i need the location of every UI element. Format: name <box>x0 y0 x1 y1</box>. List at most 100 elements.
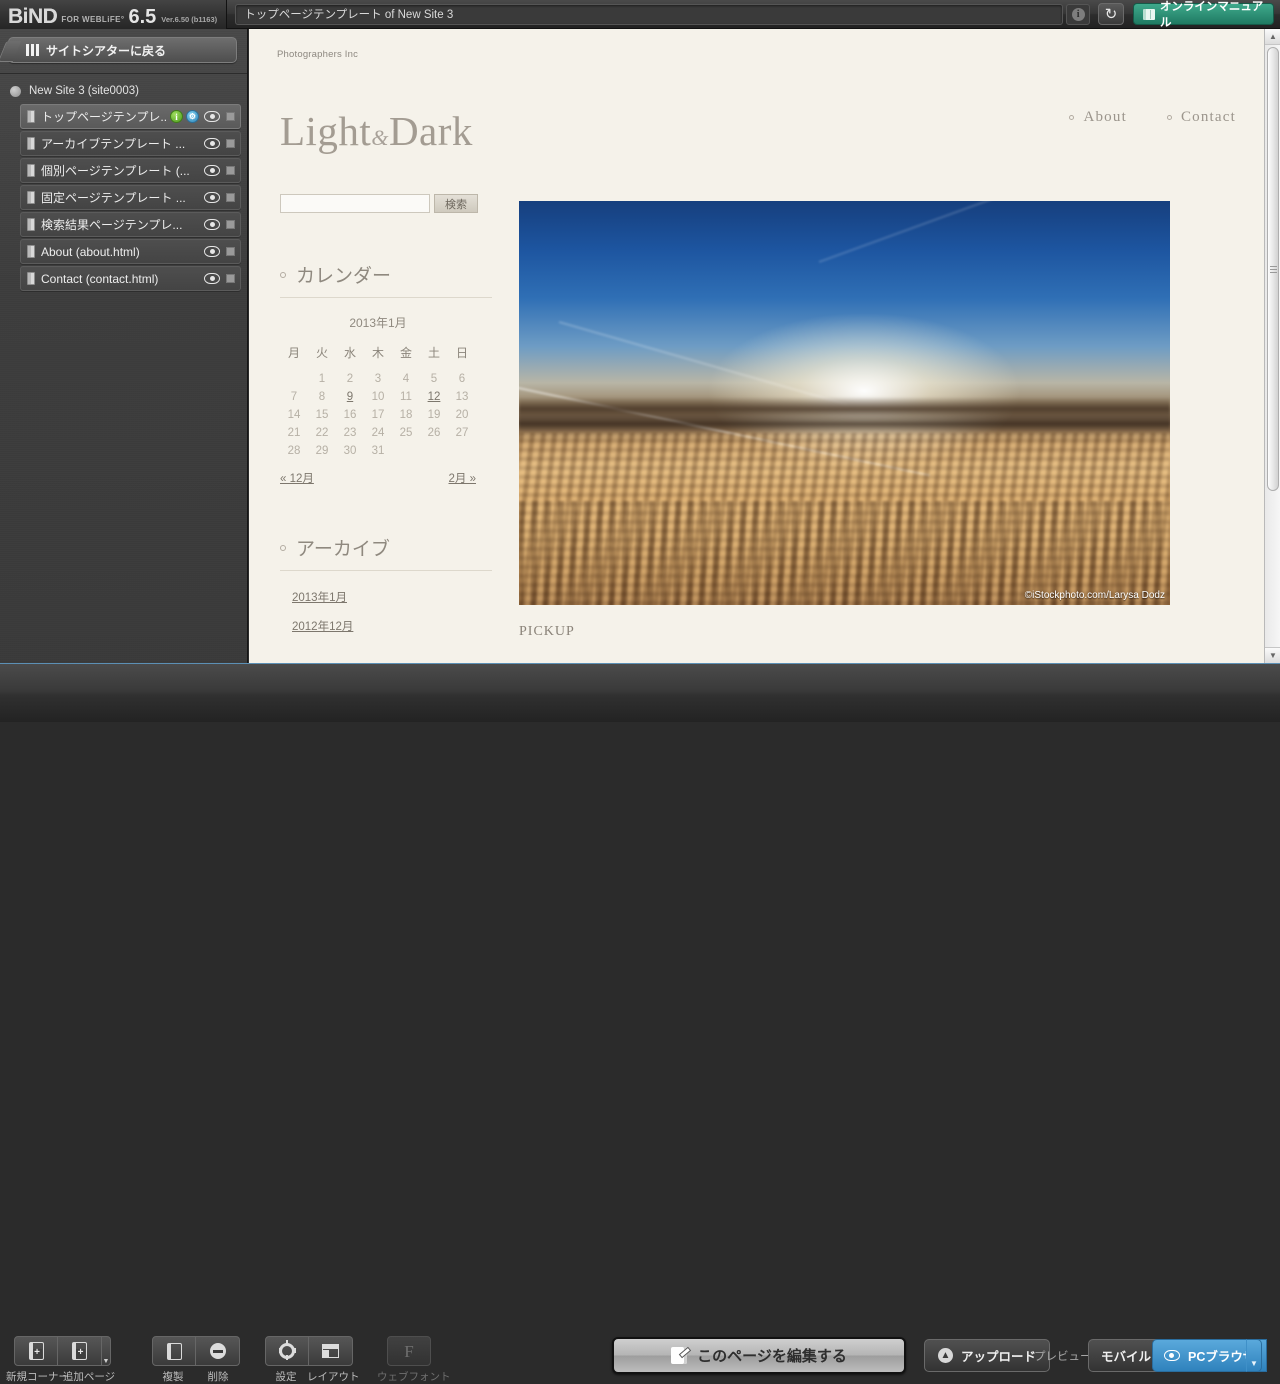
document-title-text: トップページテンプレート of New Site 3 <box>244 9 454 21</box>
sidebar-item-contact[interactable]: Contact (contact.html) <box>20 266 241 291</box>
online-manual-label: オンラインマニュアル <box>1159 1 1264 29</box>
calendar-day: 4 <box>402 373 410 385</box>
visibility-eye-icon[interactable] <box>204 138 220 149</box>
visibility-eye-icon[interactable] <box>204 192 220 203</box>
layout-button[interactable] <box>309 1336 353 1366</box>
nav-item-about[interactable]: About <box>1069 109 1127 126</box>
calendar-day: 20 <box>455 409 469 421</box>
status-square-icon[interactable] <box>226 139 235 148</box>
sidebar-item-search-result-template[interactable]: 検索結果ページテンプレ... <box>20 212 241 237</box>
scrollbar-thumb[interactable] <box>1267 47 1279 491</box>
page-icon <box>27 110 35 123</box>
page-add-group: + + ▼ <box>14 1336 111 1366</box>
webfont-button[interactable]: F <box>387 1336 431 1366</box>
calendar-day: 18 <box>399 409 413 421</box>
online-manual-button[interactable]: オンラインマニュアル <box>1132 1 1274 29</box>
site-tagline: Photographers Inc <box>277 49 359 60</box>
pickup-heading: PICKUP <box>519 624 575 639</box>
gear-badge-icon[interactable]: ⚙ <box>186 110 199 123</box>
reload-icon: ↻ <box>1104 6 1118 23</box>
info-button[interactable]: i <box>1066 3 1091 25</box>
site-bullet-icon <box>10 85 21 97</box>
weekday-sat: 土 <box>427 346 440 360</box>
calendar-day: 15 <box>315 409 329 421</box>
calendar-day-link[interactable]: 9 <box>336 388 364 406</box>
add-page-dropdown-caret-icon[interactable]: ▼ <box>102 1336 111 1366</box>
search-input[interactable] <box>280 194 430 213</box>
status-square-icon[interactable] <box>226 274 235 283</box>
info-badge-icon[interactable]: i <box>170 110 183 123</box>
calendar-prev-month-link[interactable]: « 12月 <box>280 470 314 486</box>
page-tree: New Site 3 (site0003) トップページテンプレ... i ⚙ … <box>0 73 247 291</box>
page-label: About (about.html) <box>41 244 140 259</box>
archive-link[interactable]: 2013年1月 <box>292 589 492 605</box>
calendar-week-row: 21 22 23 24 25 26 27 <box>280 424 476 442</box>
back-to-site-theater-button[interactable]: サイトシアターに戻る <box>8 37 237 63</box>
bullet-icon <box>1069 115 1075 120</box>
layout-icon <box>322 1344 339 1358</box>
settings-button[interactable] <box>265 1336 309 1366</box>
nav-label: About <box>1083 109 1127 125</box>
weekday-tue: 火 <box>315 346 328 360</box>
calendar-day: 17 <box>371 409 385 421</box>
visibility-eye-icon[interactable] <box>204 165 220 176</box>
document-title-field[interactable]: トップページテンプレート of New Site 3 <box>235 3 1064 25</box>
nav-item-contact[interactable]: Contact <box>1166 109 1236 126</box>
site-root-item[interactable]: New Site 3 (site0003) <box>0 80 247 102</box>
page-preview-canvas[interactable]: Photographers Inc Light&Dark About Conta… <box>249 29 1264 663</box>
calendar-day <box>392 442 420 460</box>
duplicate-button[interactable] <box>152 1336 196 1366</box>
calendar-day: 6 <box>458 373 466 385</box>
site-title: Light&Dark <box>280 107 473 155</box>
page-label: 個別ページテンプレート (... <box>41 164 190 178</box>
add-page-button[interactable]: + <box>58 1336 102 1366</box>
preview-pc-dropdown-caret-icon[interactable]: ▼ <box>1246 1339 1262 1372</box>
sidebar-item-archive-template[interactable]: アーカイブテンプレート ... <box>20 131 241 156</box>
calendar-day-link[interactable]: 12 <box>420 388 448 406</box>
status-square-icon[interactable] <box>226 166 235 175</box>
page-icon <box>27 218 35 231</box>
sidebar-item-individual-page-template[interactable]: 個別ページテンプレート (... <box>20 158 241 183</box>
calendar-day: 13 <box>455 391 469 403</box>
site-title-part2: Dark <box>388 108 473 154</box>
calendar-day: 11 <box>400 391 412 403</box>
hero-photo[interactable]: ©iStockphoto.com/Larysa Dodz <box>519 201 1170 605</box>
calendar-next-month-link[interactable]: 2月 » <box>449 470 477 486</box>
scroll-down-arrow-icon[interactable]: ▼ <box>1265 647 1280 663</box>
photo-credit: ©iStockphoto.com/Larysa Dodz <box>1024 590 1165 601</box>
bullet-icon <box>280 544 286 551</box>
status-square-icon[interactable] <box>226 193 235 202</box>
visibility-eye-icon[interactable] <box>204 246 220 257</box>
calendar-day: 8 <box>318 391 326 403</box>
edit-this-page-button[interactable]: このページを編集する <box>612 1337 906 1374</box>
sidebar-item-fixed-page-template[interactable]: 固定ページテンプレート ... <box>20 185 241 210</box>
site-pages-panel: サイトシアターに戻る New Site 3 (site0003) トップページテ… <box>0 29 248 663</box>
delete-button[interactable] <box>196 1336 240 1366</box>
visibility-eye-icon[interactable] <box>204 111 220 122</box>
calendar-day: 29 <box>315 445 329 457</box>
calendar-day: 28 <box>287 445 301 457</box>
page-icon <box>27 137 35 150</box>
calendar-day: 19 <box>427 409 441 421</box>
upload-button[interactable]: ▲ アップロード <box>924 1339 1051 1372</box>
bullet-icon <box>280 271 286 278</box>
canvas-scrollbar[interactable]: ▲ ▼ <box>1264 29 1280 663</box>
visibility-eye-icon[interactable] <box>204 219 220 230</box>
archive-link[interactable]: 2012年12月 <box>292 618 492 634</box>
status-square-icon[interactable] <box>226 247 235 256</box>
sidebar-item-about[interactable]: About (about.html) <box>20 239 241 264</box>
page-label: アーカイブテンプレート ... <box>41 137 186 151</box>
new-corner-button[interactable]: + <box>14 1336 58 1366</box>
scroll-up-arrow-icon[interactable]: ▲ <box>1265 29 1280 45</box>
visibility-eye-icon[interactable] <box>204 273 220 284</box>
calendar-week-row: 1 2 3 4 5 6 <box>280 370 476 388</box>
sidebar-item-top-page-template[interactable]: トップページテンプレ... i ⚙ <box>20 104 241 129</box>
status-square-icon[interactable] <box>226 112 235 121</box>
duplicate-label: 複製 <box>162 1371 184 1383</box>
status-square-icon[interactable] <box>226 220 235 229</box>
calendar-week-row: 28 29 30 31 <box>280 442 476 460</box>
reload-button[interactable]: ↻ <box>1098 3 1124 25</box>
weekday-thu: 木 <box>371 346 384 360</box>
search-button[interactable]: 検索 <box>434 194 478 213</box>
calendar-week-row: 7 8 9 10 11 12 13 <box>280 388 476 406</box>
